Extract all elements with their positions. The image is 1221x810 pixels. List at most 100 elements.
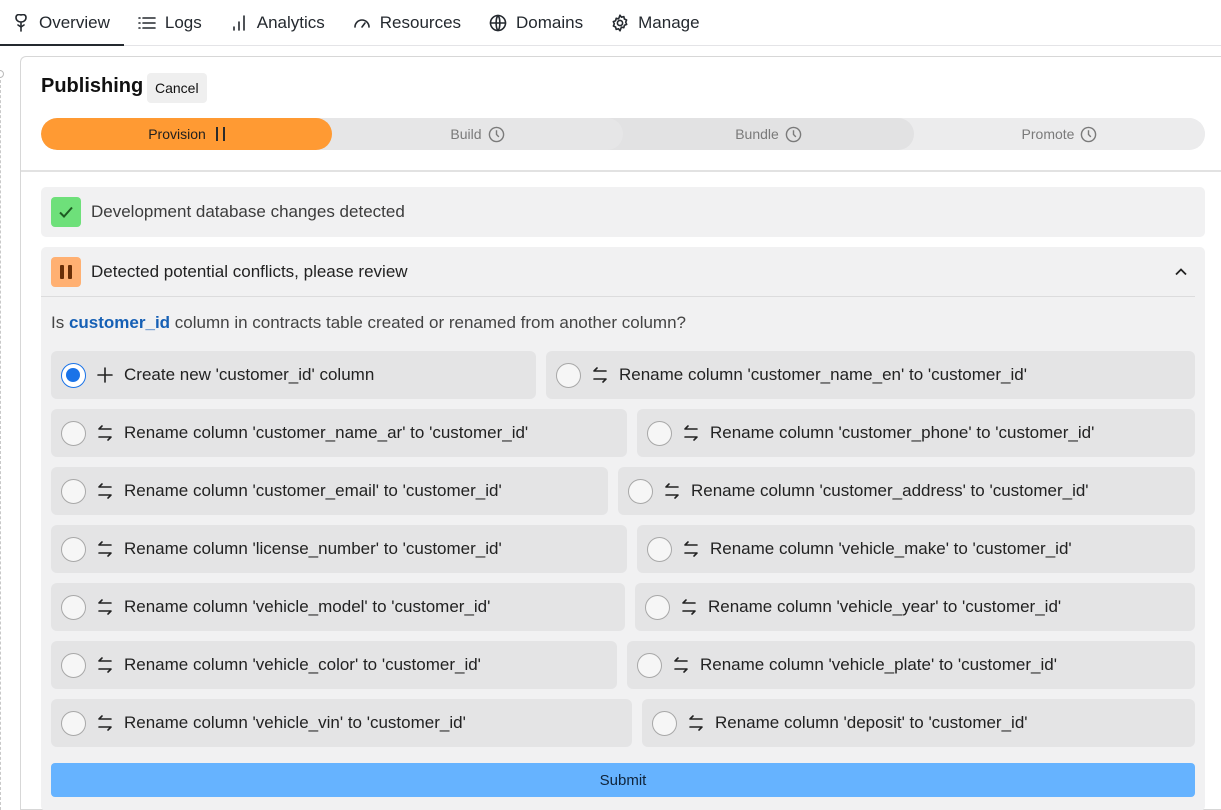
radio[interactable] (628, 478, 653, 504)
option-rename[interactable]: Rename column 'customer_phone' to 'custo… (637, 409, 1195, 457)
pause-icon (215, 127, 225, 141)
tab-label: Resources (379, 12, 462, 32)
chevron-up-icon[interactable] (1173, 264, 1189, 280)
step-bundle: Bundle (607, 118, 914, 150)
option-rename[interactable]: Rename column 'license_number' to 'custo… (51, 525, 627, 573)
swap-icon (96, 598, 114, 616)
gear-icon (612, 13, 628, 32)
step-label: Provision (148, 126, 206, 142)
step-provision: Provision (41, 118, 332, 150)
option-label: Rename column 'vehicle_make' to 'custome… (710, 539, 1072, 558)
clock-icon (488, 126, 504, 142)
left-gutter (0, 70, 1, 810)
tree-icon (15, 13, 27, 32)
option-label: Rename column 'vehicle_plate' to 'custom… (700, 655, 1057, 674)
tab-label: Overview (39, 12, 110, 32)
progress-stepper: Provision Build Bundle Promote (41, 118, 1205, 150)
panel-header: Publishing Cancel Provision Build Bundle… (21, 57, 1221, 172)
option-rename[interactable]: Rename column 'vehicle_make' to 'custome… (637, 525, 1195, 573)
option-create-new[interactable]: Create new 'customer_id' column (51, 351, 536, 399)
tab-domains[interactable]: Domains (475, 0, 597, 45)
option-rename[interactable]: Rename column 'customer_address' to 'cus… (618, 467, 1195, 515)
tab-label: Analytics (256, 12, 325, 32)
option-rename[interactable]: Rename column 'customer_name_ar' to 'cus… (51, 409, 627, 457)
swap-icon (96, 540, 114, 558)
option-rename[interactable]: Rename column 'customer_email' to 'custo… (51, 467, 608, 515)
swap-icon (682, 424, 700, 442)
bar-chart-icon (232, 14, 245, 31)
radio[interactable] (645, 594, 670, 620)
step-build: Build (316, 118, 623, 150)
swap-icon (663, 482, 681, 500)
pause-icon (51, 256, 81, 287)
option-label: Rename column 'vehicle_model' to 'custom… (124, 597, 491, 616)
radio[interactable] (647, 420, 672, 446)
option-rename[interactable]: Rename column 'vehicle_model' to 'custom… (51, 583, 625, 631)
swap-icon (96, 424, 114, 442)
swap-icon (680, 598, 698, 616)
gauge-icon (353, 18, 370, 28)
swap-icon (96, 482, 114, 500)
radio[interactable] (61, 652, 86, 678)
option-rename[interactable]: Rename column 'vehicle_plate' to 'custom… (627, 641, 1195, 689)
radio[interactable] (637, 652, 662, 678)
step-label: Promote (1021, 126, 1075, 142)
top-nav: Overview Logs Analytics Resources Domain… (0, 0, 1221, 46)
step-promote: Promote (898, 118, 1205, 150)
tab-manage[interactable]: Manage (597, 0, 713, 45)
step-label: Build (450, 126, 482, 142)
page-title: Publishing (41, 75, 144, 97)
conflicts-text: Detected potential conflicts, please rev… (91, 261, 408, 281)
radio[interactable] (61, 478, 86, 504)
tab-label: Logs (164, 12, 202, 32)
swap-icon (96, 656, 114, 674)
option-rename[interactable]: Rename column 'vehicle_color' to 'custom… (51, 641, 617, 689)
question-prefix: Is (51, 313, 65, 332)
option-label: Rename column 'customer_name_ar' to 'cus… (124, 423, 529, 442)
clock-icon (1081, 126, 1097, 142)
list-icon (138, 16, 156, 29)
step-label: Bundle (735, 126, 779, 142)
cancel-button[interactable]: Cancel (147, 73, 207, 103)
radio[interactable] (61, 420, 86, 446)
option-rename[interactable]: Rename column 'vehicle_vin' to 'customer… (51, 699, 632, 747)
option-label: Rename column 'vehicle_year' to 'custome… (708, 597, 1062, 616)
question-suffix: column in contracts table created or ren… (174, 313, 687, 332)
option-label: Rename column 'customer_name_en' to 'cus… (619, 365, 1027, 384)
radio[interactable] (61, 594, 86, 620)
swap-icon (687, 714, 705, 732)
radio[interactable] (61, 536, 86, 562)
radio[interactable] (61, 710, 86, 736)
option-label: Rename column 'vehicle_color' to 'custom… (124, 655, 481, 674)
globe-icon (489, 14, 507, 31)
tab-analytics[interactable]: Analytics (216, 0, 339, 45)
conflicts-header[interactable]: Detected potential conflicts, please rev… (41, 247, 1195, 297)
db-changes-row: Development database changes detected (41, 187, 1205, 237)
radio-selected[interactable] (61, 362, 86, 388)
conflict-question: Is customer_id column in contracts table… (51, 313, 686, 333)
radio[interactable] (647, 536, 672, 562)
options-list: Create new 'customer_id' column Rename c… (51, 351, 1195, 757)
swap-icon (672, 656, 690, 674)
option-rename[interactable]: Rename column 'customer_name_en' to 'cus… (546, 351, 1195, 399)
option-label: Rename column 'vehicle_vin' to 'customer… (124, 713, 466, 732)
tab-logs[interactable]: Logs (124, 0, 216, 45)
option-rename[interactable]: Rename column 'vehicle_year' to 'custome… (635, 583, 1195, 631)
publishing-panel: Publishing Cancel Provision Build Bundle… (20, 56, 1221, 810)
tab-label: Domains (516, 12, 584, 32)
tab-label: Manage (638, 12, 700, 32)
tab-overview[interactable]: Overview (0, 0, 124, 46)
option-rename[interactable]: Rename column 'deposit' to 'customer_id' (642, 699, 1195, 747)
tab-resources[interactable]: Resources (339, 0, 475, 45)
gutter-handle[interactable] (0, 70, 4, 78)
swap-icon (591, 366, 609, 384)
plus-icon (96, 366, 114, 384)
question-column: customer_id (68, 313, 171, 332)
db-changes-card: Development database changes detected (41, 187, 1205, 237)
submit-button[interactable]: Submit (51, 763, 1195, 797)
option-label: Rename column 'license_number' to 'custo… (124, 539, 502, 558)
option-label: Rename column 'deposit' to 'customer_id' (715, 713, 1028, 732)
radio[interactable] (556, 362, 581, 388)
clock-icon (785, 126, 802, 142)
radio[interactable] (652, 710, 677, 736)
